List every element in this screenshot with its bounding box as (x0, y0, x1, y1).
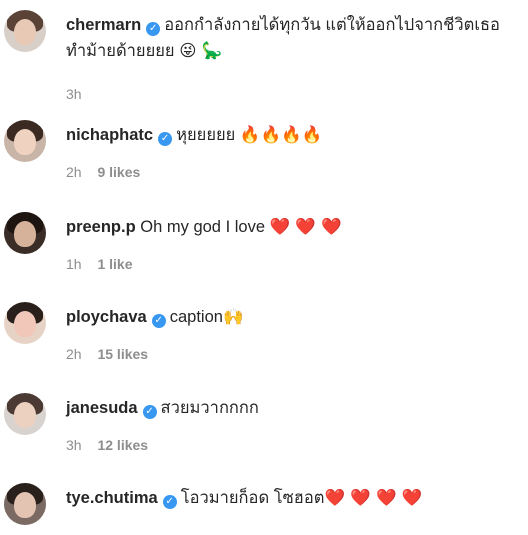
verified-badge-icon: ✓ (162, 495, 177, 509)
comment-timestamp[interactable]: 2h (66, 164, 82, 180)
avatar[interactable] (4, 10, 46, 52)
avatar[interactable] (4, 212, 46, 254)
comment-timestamp[interactable]: 1h (66, 256, 82, 272)
comment-likes[interactable]: 15 likes (97, 346, 148, 362)
avatar[interactable] (4, 120, 46, 162)
comment-likes[interactable]: 1 like (97, 256, 132, 272)
verified-badge-icon: ✓ (146, 22, 161, 36)
comment-username[interactable]: janesuda (66, 399, 138, 417)
fire-emoji-group: 🔥🔥🔥🔥 (239, 125, 323, 144)
comment-text: สวยมวากกกก (160, 399, 259, 417)
avatar[interactable] (4, 393, 46, 435)
comment-timestamp[interactable]: 2h (66, 346, 82, 362)
avatar[interactable] (4, 483, 46, 525)
heart-emoji-group: ❤️ ❤️ ❤️ (269, 217, 342, 236)
raising-hands-emoji: 🙌 (222, 307, 244, 326)
comment-username[interactable]: nichaphatc (66, 126, 153, 144)
comment-text: ออกกำลังกายได้ทุกวัน แต่ให้ออกไปจากชีวิต… (164, 16, 500, 34)
comment-text: หุยยยยย (176, 126, 236, 144)
comment-likes[interactable]: 12 likes (97, 437, 148, 453)
comment-text: โอวมายก็อด โซฮอต (180, 489, 325, 507)
comment-username[interactable]: ploychava (66, 308, 147, 326)
comment-likes[interactable]: 9 likes (97, 164, 140, 180)
comment-timestamp[interactable]: 3h (66, 437, 82, 453)
comment-text-continued: ทำม้ายด้ายยยย (66, 42, 175, 60)
verified-badge-icon: ✓ (158, 132, 173, 146)
comment-username[interactable]: preenp.p (66, 218, 136, 236)
heart-emoji-group: ❤️ ❤️ ❤️ ❤️ (324, 488, 423, 507)
comment-text: caption (169, 308, 223, 326)
comment-text: Oh my god I love (140, 218, 266, 236)
comment-username[interactable]: chermarn (66, 16, 141, 34)
emoji-group: 😜 🦕 (179, 41, 223, 60)
avatar[interactable] (4, 302, 46, 344)
verified-badge-icon: ✓ (142, 405, 157, 419)
comment-timestamp[interactable]: 3h (66, 86, 82, 102)
comment-username[interactable]: tye.chutima (66, 489, 158, 507)
verified-badge-icon: ✓ (151, 314, 166, 328)
